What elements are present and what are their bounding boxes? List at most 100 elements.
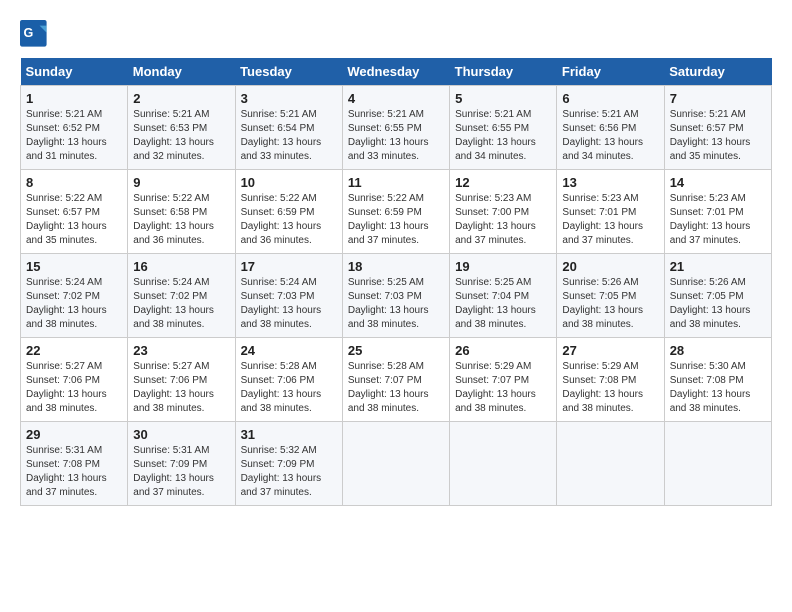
day-number: 20 xyxy=(562,259,658,274)
day-number: 8 xyxy=(26,175,122,190)
day-number: 31 xyxy=(241,427,337,442)
calendar-cell: 8 Sunrise: 5:22 AM Sunset: 6:57 PM Daylig… xyxy=(21,170,128,254)
calendar-cell: 1 Sunrise: 5:21 AM Sunset: 6:52 PM Daylig… xyxy=(21,86,128,170)
weekday-header-thursday: Thursday xyxy=(450,58,557,86)
day-number: 27 xyxy=(562,343,658,358)
day-number: 21 xyxy=(670,259,766,274)
day-info: Sunrise: 5:21 AM Sunset: 6:56 PM Dayligh… xyxy=(562,108,658,164)
calendar-cell: 17 Sunrise: 5:24 AM Sunset: 7:03 PM Dayli… xyxy=(235,254,342,338)
day-number: 1 xyxy=(26,91,122,106)
day-number: 5 xyxy=(455,91,551,106)
day-info: Sunrise: 5:26 AM Sunset: 7:05 PM Dayligh… xyxy=(562,276,658,332)
calendar-cell: 4 Sunrise: 5:21 AM Sunset: 6:55 PM Daylig… xyxy=(342,86,449,170)
day-number: 10 xyxy=(241,175,337,190)
day-info: Sunrise: 5:24 AM Sunset: 7:02 PM Dayligh… xyxy=(26,276,122,332)
day-info: Sunrise: 5:22 AM Sunset: 6:57 PM Dayligh… xyxy=(26,192,122,248)
day-info: Sunrise: 5:28 AM Sunset: 7:07 PM Dayligh… xyxy=(348,360,444,416)
calendar-cell: 29 Sunrise: 5:31 AM Sunset: 7:08 PM Dayli… xyxy=(21,422,128,506)
day-info: Sunrise: 5:21 AM Sunset: 6:53 PM Dayligh… xyxy=(133,108,229,164)
svg-text:G: G xyxy=(24,26,34,40)
day-info: Sunrise: 5:28 AM Sunset: 7:06 PM Dayligh… xyxy=(241,360,337,416)
day-info: Sunrise: 5:27 AM Sunset: 7:06 PM Dayligh… xyxy=(26,360,122,416)
calendar-cell: 2 Sunrise: 5:21 AM Sunset: 6:53 PM Daylig… xyxy=(128,86,235,170)
calendar-cell: 19 Sunrise: 5:25 AM Sunset: 7:04 PM Dayli… xyxy=(450,254,557,338)
day-number: 4 xyxy=(348,91,444,106)
day-number: 6 xyxy=(562,91,658,106)
week-row-2: 8 Sunrise: 5:22 AM Sunset: 6:57 PM Daylig… xyxy=(21,170,772,254)
calendar-table: SundayMondayTuesdayWednesdayThursdayFrid… xyxy=(20,58,772,506)
weekday-header-sunday: Sunday xyxy=(21,58,128,86)
week-row-3: 15 Sunrise: 5:24 AM Sunset: 7:02 PM Dayli… xyxy=(21,254,772,338)
day-info: Sunrise: 5:23 AM Sunset: 7:01 PM Dayligh… xyxy=(562,192,658,248)
calendar-cell: 15 Sunrise: 5:24 AM Sunset: 7:02 PM Dayli… xyxy=(21,254,128,338)
calendar-cell: 10 Sunrise: 5:22 AM Sunset: 6:59 PM Dayli… xyxy=(235,170,342,254)
calendar-cell: 7 Sunrise: 5:21 AM Sunset: 6:57 PM Daylig… xyxy=(664,86,771,170)
day-number: 17 xyxy=(241,259,337,274)
calendar-cell: 27 Sunrise: 5:29 AM Sunset: 7:08 PM Dayli… xyxy=(557,338,664,422)
calendar-cell: 22 Sunrise: 5:27 AM Sunset: 7:06 PM Dayli… xyxy=(21,338,128,422)
day-info: Sunrise: 5:22 AM Sunset: 6:59 PM Dayligh… xyxy=(348,192,444,248)
day-info: Sunrise: 5:21 AM Sunset: 6:52 PM Dayligh… xyxy=(26,108,122,164)
calendar-cell: 3 Sunrise: 5:21 AM Sunset: 6:54 PM Daylig… xyxy=(235,86,342,170)
calendar-cell: 26 Sunrise: 5:29 AM Sunset: 7:07 PM Dayli… xyxy=(450,338,557,422)
day-number: 13 xyxy=(562,175,658,190)
day-number: 18 xyxy=(348,259,444,274)
calendar-cell: 25Sunrise: 5:28 AM Sunset: 7:07 PM Dayli… xyxy=(342,338,449,422)
day-info: Sunrise: 5:22 AM Sunset: 6:59 PM Dayligh… xyxy=(241,192,337,248)
calendar-cell xyxy=(450,422,557,506)
day-number: 3 xyxy=(241,91,337,106)
calendar-cell: 21 Sunrise: 5:26 AM Sunset: 7:05 PM Dayli… xyxy=(664,254,771,338)
day-info: Sunrise: 5:29 AM Sunset: 7:08 PM Dayligh… xyxy=(562,360,658,416)
day-info: Sunrise: 5:25 AM Sunset: 7:04 PM Dayligh… xyxy=(455,276,551,332)
calendar-cell: 31 Sunrise: 5:32 AM Sunset: 7:09 PM Dayli… xyxy=(235,422,342,506)
day-info: Sunrise: 5:29 AM Sunset: 7:07 PM Dayligh… xyxy=(455,360,551,416)
calendar-cell: 9 Sunrise: 5:22 AM Sunset: 6:58 PM Daylig… xyxy=(128,170,235,254)
calendar-cell: 14 Sunrise: 5:23 AM Sunset: 7:01 PM Dayli… xyxy=(664,170,771,254)
day-number: 7 xyxy=(670,91,766,106)
day-info: Sunrise: 5:21 AM Sunset: 6:55 PM Dayligh… xyxy=(348,108,444,164)
calendar-cell: 12Sunrise: 5:23 AM Sunset: 7:00 PM Dayli… xyxy=(450,170,557,254)
logo-icon: G xyxy=(20,20,48,48)
day-info: Sunrise: 5:32 AM Sunset: 7:09 PM Dayligh… xyxy=(241,444,337,500)
day-number: 9 xyxy=(133,175,229,190)
day-number: 29 xyxy=(26,427,122,442)
day-number: 11 xyxy=(348,175,444,190)
calendar-cell: 30Sunrise: 5:31 AM Sunset: 7:09 PM Dayli… xyxy=(128,422,235,506)
week-row-4: 22 Sunrise: 5:27 AM Sunset: 7:06 PM Dayli… xyxy=(21,338,772,422)
day-info: Sunrise: 5:21 AM Sunset: 6:54 PM Dayligh… xyxy=(241,108,337,164)
day-number: 16 xyxy=(133,259,229,274)
day-number: 24 xyxy=(241,343,337,358)
logo: G xyxy=(20,20,50,48)
calendar-cell: 18Sunrise: 5:25 AM Sunset: 7:03 PM Dayli… xyxy=(342,254,449,338)
day-number: 26 xyxy=(455,343,551,358)
day-info: Sunrise: 5:30 AM Sunset: 7:08 PM Dayligh… xyxy=(670,360,766,416)
day-info: Sunrise: 5:22 AM Sunset: 6:58 PM Dayligh… xyxy=(133,192,229,248)
calendar-cell: 13 Sunrise: 5:23 AM Sunset: 7:01 PM Dayli… xyxy=(557,170,664,254)
weekday-header-row: SundayMondayTuesdayWednesdayThursdayFrid… xyxy=(21,58,772,86)
weekday-header-monday: Monday xyxy=(128,58,235,86)
day-info: Sunrise: 5:23 AM Sunset: 7:01 PM Dayligh… xyxy=(670,192,766,248)
day-number: 2 xyxy=(133,91,229,106)
day-number: 14 xyxy=(670,175,766,190)
calendar-cell: 23Sunrise: 5:27 AM Sunset: 7:06 PM Dayli… xyxy=(128,338,235,422)
day-info: Sunrise: 5:24 AM Sunset: 7:03 PM Dayligh… xyxy=(241,276,337,332)
calendar-cell: 28Sunrise: 5:30 AM Sunset: 7:08 PM Dayli… xyxy=(664,338,771,422)
day-number: 15 xyxy=(26,259,122,274)
weekday-header-saturday: Saturday xyxy=(664,58,771,86)
day-number: 19 xyxy=(455,259,551,274)
weekday-header-wednesday: Wednesday xyxy=(342,58,449,86)
calendar-cell: 6 Sunrise: 5:21 AM Sunset: 6:56 PM Daylig… xyxy=(557,86,664,170)
page-header: G xyxy=(20,20,772,48)
calendar-cell: 5Sunrise: 5:21 AM Sunset: 6:55 PM Daylig… xyxy=(450,86,557,170)
calendar-cell: 11 Sunrise: 5:22 AM Sunset: 6:59 PM Dayli… xyxy=(342,170,449,254)
day-info: Sunrise: 5:21 AM Sunset: 6:57 PM Dayligh… xyxy=(670,108,766,164)
calendar-cell xyxy=(664,422,771,506)
day-info: Sunrise: 5:31 AM Sunset: 7:08 PM Dayligh… xyxy=(26,444,122,500)
day-number: 22 xyxy=(26,343,122,358)
day-info: Sunrise: 5:27 AM Sunset: 7:06 PM Dayligh… xyxy=(133,360,229,416)
calendar-cell: 20 Sunrise: 5:26 AM Sunset: 7:05 PM Dayli… xyxy=(557,254,664,338)
calendar-cell xyxy=(557,422,664,506)
weekday-header-tuesday: Tuesday xyxy=(235,58,342,86)
day-number: 12 xyxy=(455,175,551,190)
day-info: Sunrise: 5:26 AM Sunset: 7:05 PM Dayligh… xyxy=(670,276,766,332)
